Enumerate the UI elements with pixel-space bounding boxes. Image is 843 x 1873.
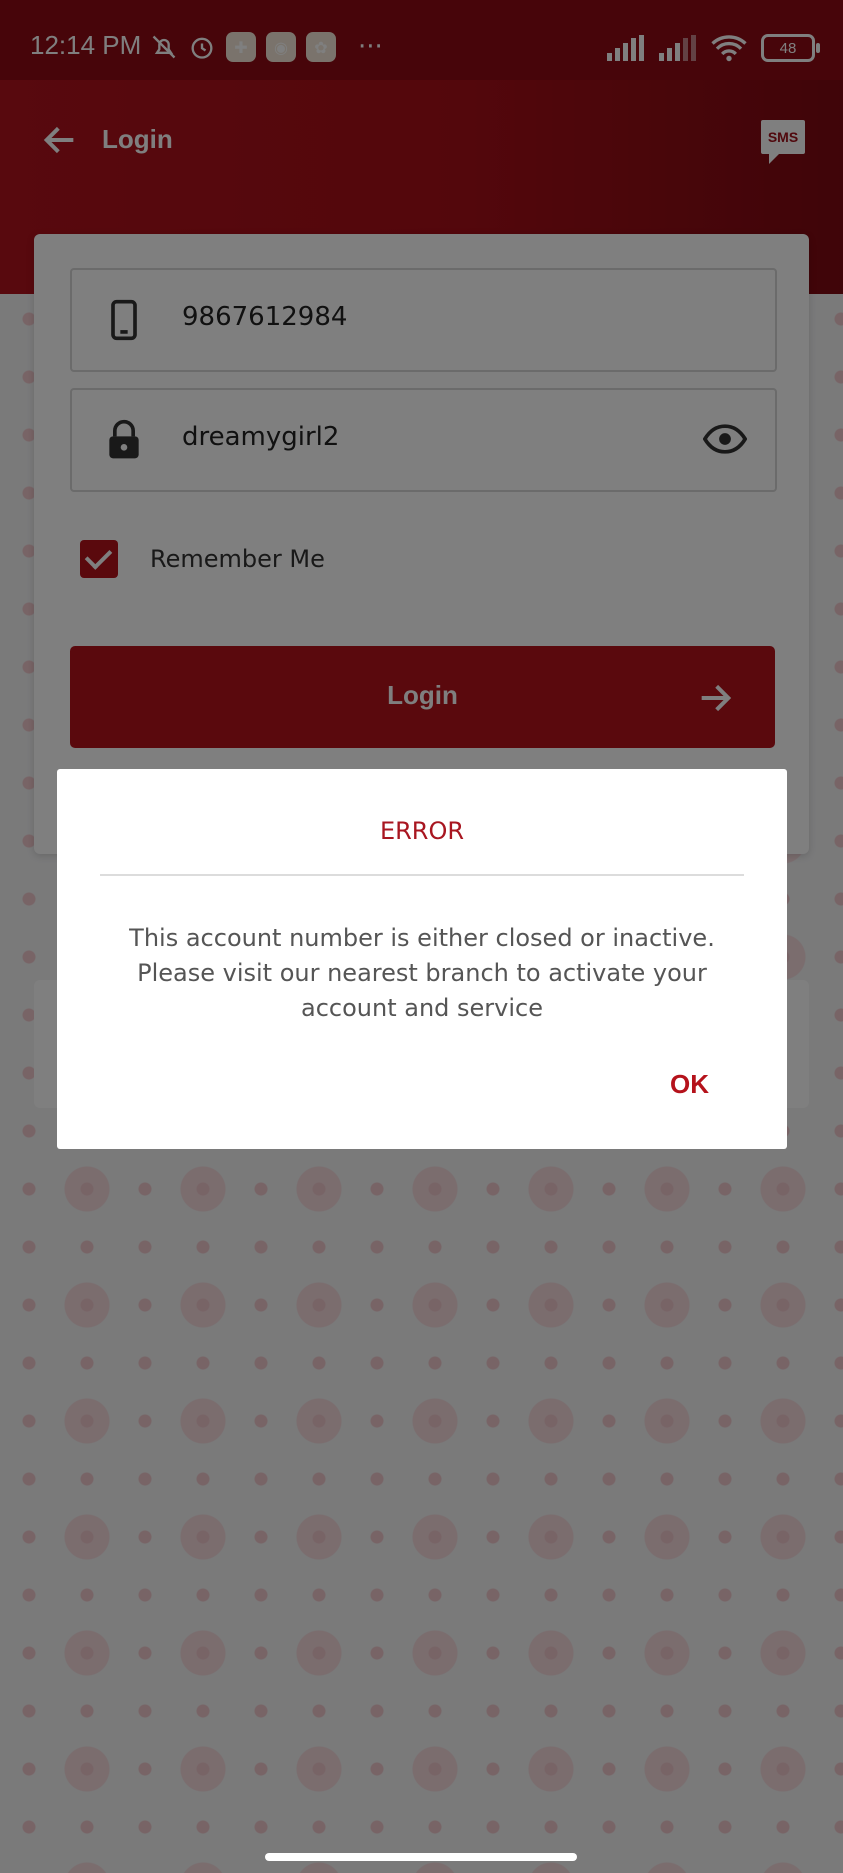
dialog-divider xyxy=(100,874,744,876)
ok-button[interactable]: OK xyxy=(670,1069,709,1100)
home-indicator[interactable] xyxy=(265,1853,577,1861)
dialog-title: ERROR xyxy=(379,817,465,845)
dialog-message: This account number is either closed or … xyxy=(129,924,715,1022)
error-dialog: ERROR This account number is either clos… xyxy=(57,769,787,1149)
